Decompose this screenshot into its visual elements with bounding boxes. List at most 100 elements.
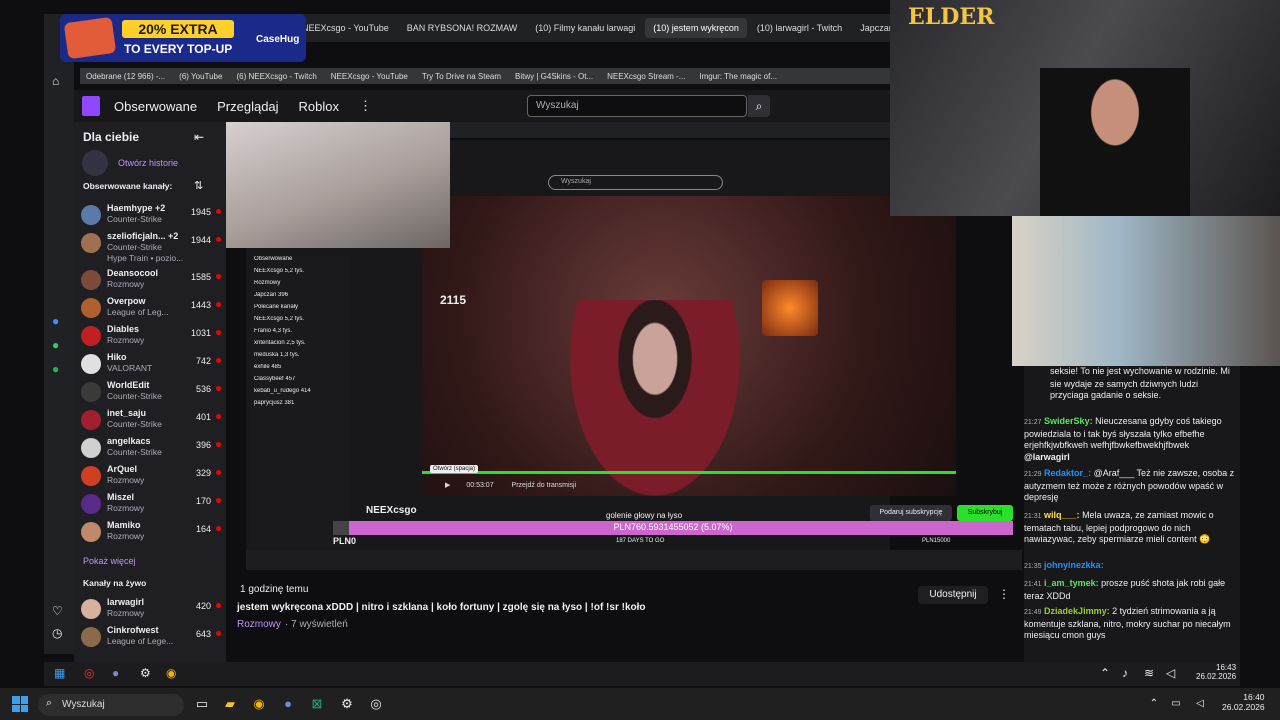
chat-user[interactable]: i_am_tymek: (1044, 578, 1099, 588)
live-dot-icon (216, 330, 221, 335)
jump-to-live[interactable]: Przejdź do transmisji (512, 482, 577, 489)
sidebar-channel[interactable]: Miszel Rozmowy 170 (81, 491, 221, 517)
chrome-icon[interactable]: ◉ (166, 666, 176, 680)
search-icon[interactable]: ⌕ (748, 95, 770, 117)
wifi-icon[interactable]: ≋ (1144, 666, 1154, 680)
inner-side-item[interactable]: paprycjusz 381 (250, 400, 350, 412)
nav-browse[interactable]: Przeglądaj (217, 99, 278, 114)
subscribe-button[interactable]: Subskrybuj (957, 505, 1013, 521)
mic-icon[interactable]: ♪ (1122, 666, 1128, 680)
inner-side-item[interactable]: Japczan 396 (250, 292, 350, 304)
sidebar-channel[interactable]: angelkacs Counter-Strike 396 (81, 435, 221, 461)
collapse-icon[interactable]: ⇤ (194, 130, 204, 144)
steam-icon[interactable]: ⚙ (337, 694, 357, 714)
inner-side-item[interactable]: Rozmowy (250, 280, 350, 292)
chat-user[interactable]: SwiderSky: (1044, 416, 1093, 426)
search-input[interactable]: Wyszukaj (527, 95, 747, 117)
stream-category[interactable]: Rozmowy (237, 619, 281, 630)
bookmark-item[interactable]: NEEXcsgo Stream -... (607, 72, 685, 81)
seek-bar[interactable] (422, 471, 956, 474)
browser-tab[interactable]: NEEXcsgo - YouTube (294, 18, 397, 38)
inner-side-item[interactable]: NEEXcsgo 5,2 tys. (250, 268, 350, 280)
elder-logo: ELDER (908, 4, 995, 30)
avatar (81, 438, 101, 458)
app-icon[interactable]: ◎ (84, 666, 94, 680)
discord-icon[interactable]: ● (112, 666, 119, 680)
chat-user[interactable]: johnyinezkka: (1044, 560, 1104, 570)
heart-icon[interactable]: ♡ (52, 604, 63, 618)
whatsapp-icon[interactable]: ● (52, 338, 59, 352)
inner-side-item[interactable]: Polecane kanały (250, 304, 350, 316)
spotify-icon[interactable]: ● (52, 362, 59, 376)
sidebar-channel[interactable]: Cinkrofwest League of Lege... 643 (81, 624, 221, 650)
windows-icon[interactable]: ▦ (54, 666, 65, 680)
twitch-logo-icon[interactable] (82, 96, 100, 116)
sidebar-channel[interactable]: szelioficjaln... +2 Counter-Strike 1944 Hyp… (81, 230, 221, 263)
chat-user[interactable]: wilq___: (1044, 510, 1080, 520)
browser-tab[interactable]: (10) jestem wykręcon (645, 18, 747, 38)
share-button[interactable]: Udostępnij (918, 586, 988, 604)
folder-icon[interactable]: ▰ (220, 694, 240, 714)
bookmark-item[interactable]: Odebrane (12 966) -... (86, 72, 165, 81)
bookmark-item[interactable]: NEEXcsgo - YouTube (331, 72, 408, 81)
more-options-icon[interactable]: ⋮ (998, 587, 1010, 601)
bookmark-item[interactable]: (6) NEEXcsgo - Twitch (236, 72, 316, 81)
tray-chevron-icon[interactable]: ⌃ (1100, 666, 1110, 680)
steam-icon[interactable]: ⚙ (140, 666, 151, 680)
sidebar-channel[interactable]: Hiko VALORANT 742 (81, 351, 221, 377)
gift-sub-button[interactable]: Podaruj subskrypcję (870, 505, 952, 521)
home-icon[interactable]: ⌂ (52, 74, 59, 88)
messenger-icon[interactable]: ● (52, 314, 59, 328)
open-history-link[interactable]: Otwórz historie (82, 150, 178, 176)
sidebar-channel[interactable]: Mamiko Rozmowy 164 (81, 519, 221, 545)
show-more-link[interactable]: Pokaż więcej (83, 556, 136, 566)
inner-side-item[interactable]: NEEXcsgo 5,2 tys. (250, 316, 350, 328)
sidebar-channel[interactable]: Haemhype +2 Counter-Strike 1945 (81, 202, 221, 228)
taskbar-search[interactable]: Wyszukaj (38, 694, 184, 716)
casehug-promo-banner[interactable]: 20% EXTRA TO EVERY TOP-UP CaseHug (60, 14, 306, 62)
nav-following[interactable]: Obserwowane (114, 99, 197, 114)
clock-icon[interactable]: ◷ (52, 626, 62, 640)
inner-side-item[interactable]: xntentacion 2,5 tys. (250, 340, 350, 352)
taskview-icon[interactable]: ▭ (192, 694, 212, 714)
volume-icon[interactable]: ◁ (1166, 666, 1175, 680)
sidebar-channel[interactable]: WorldEdit Counter-Strike 536 (81, 379, 221, 405)
discord-icon[interactable]: ● (278, 694, 298, 714)
sidebar-channel[interactable]: Deansocool Rozmowy 1585 (81, 267, 221, 293)
inner-side-item[interactable]: meduska 1,3 tys. (250, 352, 350, 364)
inner-side-item[interactable]: Classybeef 457 (250, 376, 350, 388)
browser-tab[interactable]: (10) larwagirl - Twitch (749, 18, 850, 38)
inner-search-input[interactable]: Wyszukaj (548, 175, 723, 190)
sort-icon[interactable]: ⇅ (194, 179, 203, 192)
browser-tab[interactable]: BAN RYBSONA! ROZMAW (399, 18, 526, 38)
bookmark-item[interactable]: Bitwy | G4Skins - Ot... (515, 72, 593, 81)
browser-tab[interactable]: Japczan Stream (852, 18, 890, 38)
sidebar-channel[interactable]: Diables Rozmowy 1031 (81, 323, 221, 349)
streamer-name[interactable]: NEEXcsgo (366, 505, 417, 516)
more-menu-icon[interactable]: ⋮ (359, 98, 372, 114)
inner-side-item[interactable]: Franio 4,3 tys. (250, 328, 350, 340)
browser-tab[interactable]: (10) Filmy kanału larwagi (527, 18, 643, 38)
chat-user[interactable]: Redaktor_: (1044, 468, 1091, 478)
obs-icon[interactable]: ◎ (366, 694, 386, 714)
chat-user[interactable]: DziadekJimmy: (1044, 606, 1110, 616)
sidebar-channel[interactable]: Overpow League of Leg... 1443 (81, 295, 221, 321)
inner-side-item[interactable]: exhile 485 (250, 364, 350, 376)
excel-icon[interactable]: ⊠ (307, 694, 327, 714)
sidebar-channel[interactable]: ArQuel Rozmowy 329 (81, 463, 221, 489)
bookmark-item[interactable]: Try To Drive na Steam (422, 72, 501, 81)
inner-side-item[interactable]: Obserwowane (250, 256, 350, 268)
chat-mention[interactable]: @larwagirl (1024, 452, 1070, 462)
network-icon[interactable]: ▭ (1166, 694, 1186, 714)
inner-side-item[interactable]: kebab_u_rudego 414 (250, 388, 350, 400)
nav-roblox[interactable]: Roblox (299, 99, 339, 114)
volume-icon[interactable]: ◁ (1190, 694, 1210, 714)
start-icon[interactable] (12, 696, 28, 712)
sidebar-channel[interactable]: inet_saju Counter-Strike 401 (81, 407, 221, 433)
play-icon[interactable]: ▶ (445, 482, 450, 489)
sidebar-channel[interactable]: larwagirl Rozmowy 420 (81, 596, 221, 622)
tray-chevron-icon[interactable]: ⌃ (1144, 694, 1164, 714)
bookmark-item[interactable]: Imgur: The magic of... (699, 72, 777, 81)
chrome-icon[interactable]: ◉ (249, 694, 269, 714)
bookmark-item[interactable]: (6) YouTube (179, 72, 222, 81)
